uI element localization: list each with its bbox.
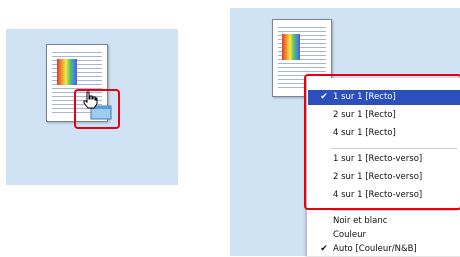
layout-options-highlight (304, 74, 460, 210)
hand-cursor-icon (83, 91, 98, 109)
menu-separator (331, 210, 457, 211)
right-preview-panel: ✔ 1 sur 1 [Recto] 2 sur 1 [Recto] 4 sur … (230, 8, 460, 256)
menu-item-color[interactable]: Couleur (308, 228, 460, 243)
menu-item-label: Auto [Couleur/N&B] (333, 244, 417, 254)
left-preview-panel (6, 29, 178, 185)
menu-item-black-white[interactable]: Noir et blanc (308, 214, 460, 229)
menu-item-label: Noir et blanc (333, 216, 388, 226)
menu-item-label: Couleur (333, 230, 366, 240)
color-swatch (282, 34, 300, 60)
color-swatch (57, 59, 77, 85)
